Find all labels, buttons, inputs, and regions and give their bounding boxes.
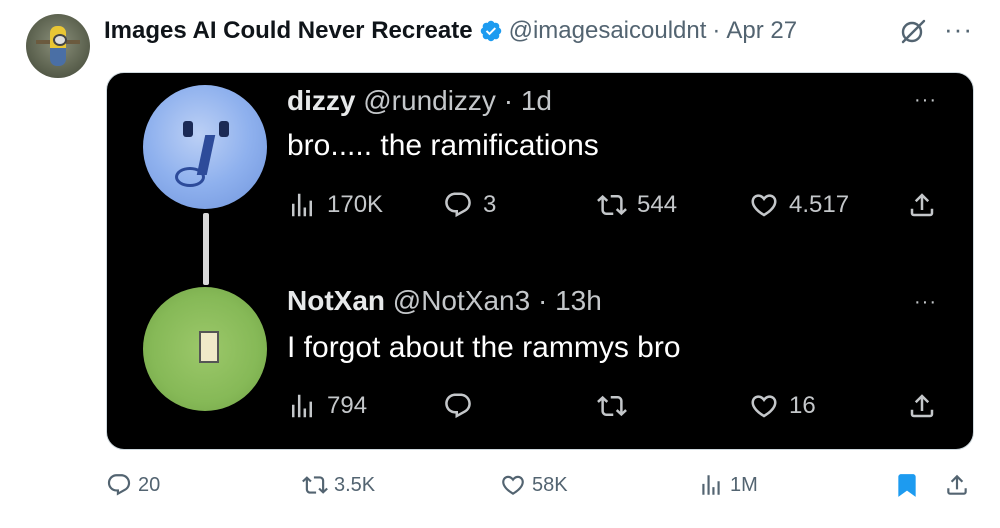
quoted-views-2: 794 (287, 391, 367, 421)
reply-count: 20 (138, 473, 161, 496)
quoted-actions-1: 170K 3 544 4.517 (287, 190, 937, 226)
like-count: 58K (532, 473, 568, 496)
quoted-actions-2: 794 16 (287, 391, 937, 427)
quoted-share-2 (907, 391, 937, 421)
quoted-likes-2: 16 (749, 391, 816, 421)
quoted-share-1 (907, 190, 937, 220)
quoted-handle-1: @rundizzy (363, 85, 496, 116)
quoted-more-1: ··· (914, 89, 937, 111)
reply-icon (445, 192, 471, 218)
share-button[interactable] (944, 472, 970, 498)
quoted-name-1: dizzy (287, 85, 356, 116)
share-icon (910, 193, 934, 217)
reply-icon (445, 393, 471, 419)
bookmark-button[interactable] (894, 472, 920, 498)
quoted-handle-2: @NotXan3 (392, 285, 531, 316)
quoted-replies-2 (443, 391, 473, 421)
views-button[interactable]: 1M (698, 472, 758, 498)
author-handle[interactable]: @imagesaicouldnt (509, 17, 707, 45)
dizzy-avatar (143, 85, 267, 209)
post-actions: 20 3.5K 58K 1M (106, 472, 974, 508)
views-icon (702, 475, 720, 495)
quoted-reposts-1: 544 (597, 190, 677, 220)
quoted-views-1: 170K (287, 190, 383, 220)
main-avatar[interactable] (26, 14, 90, 78)
screenshot-media[interactable]: dizzy @rundizzy · 1d ··· bro..... the ra… (106, 72, 974, 450)
repost-button[interactable]: 3.5K (302, 472, 375, 498)
author-name[interactable]: Images AI Could Never Recreate (104, 17, 473, 45)
notxan-avatar (143, 287, 267, 411)
quoted-replies-1: 3 (443, 190, 496, 220)
quoted-text-2: I forgot about the rammys bro (287, 331, 681, 364)
thread-line (203, 213, 209, 285)
post-header: Images AI Could Never Recreate @imagesai… (104, 14, 797, 48)
verified-badge-icon (480, 20, 501, 42)
quoted-header-2: NotXan @NotXan3 · 13h (287, 285, 602, 316)
views-icon (292, 193, 312, 217)
repost-count: 3.5K (334, 473, 376, 496)
repost-icon (597, 194, 627, 216)
quoted-name-2: NotXan (287, 285, 385, 316)
like-icon (751, 194, 777, 217)
quoted-time-2: 13h (555, 285, 602, 316)
quoted-reposts-2 (597, 391, 627, 421)
like-button[interactable]: 58K (500, 472, 568, 498)
bookmark-icon (898, 474, 916, 497)
separator-dot: · (712, 17, 721, 44)
like-icon (751, 395, 777, 418)
views-icon (292, 394, 312, 418)
grok-icon[interactable] (898, 16, 928, 46)
share-icon (947, 474, 967, 495)
quoted-header-1: dizzy @rundizzy · 1d (287, 85, 552, 116)
repost-icon (302, 476, 328, 494)
share-icon (910, 394, 934, 418)
quoted-likes-1: 4.517 (749, 190, 849, 220)
repost-icon (597, 395, 627, 417)
reply-icon (107, 474, 131, 496)
quoted-time-1: 1d (520, 85, 552, 116)
reply-button[interactable]: 20 (106, 472, 160, 498)
like-icon (502, 475, 524, 495)
quoted-more-2: ··· (914, 291, 937, 313)
quoted-text-1: bro..... the ramifications (287, 129, 599, 162)
post-date[interactable]: Apr 27 (726, 17, 797, 45)
more-icon[interactable]: ··· (944, 14, 973, 45)
views-count: 1M (730, 473, 758, 496)
